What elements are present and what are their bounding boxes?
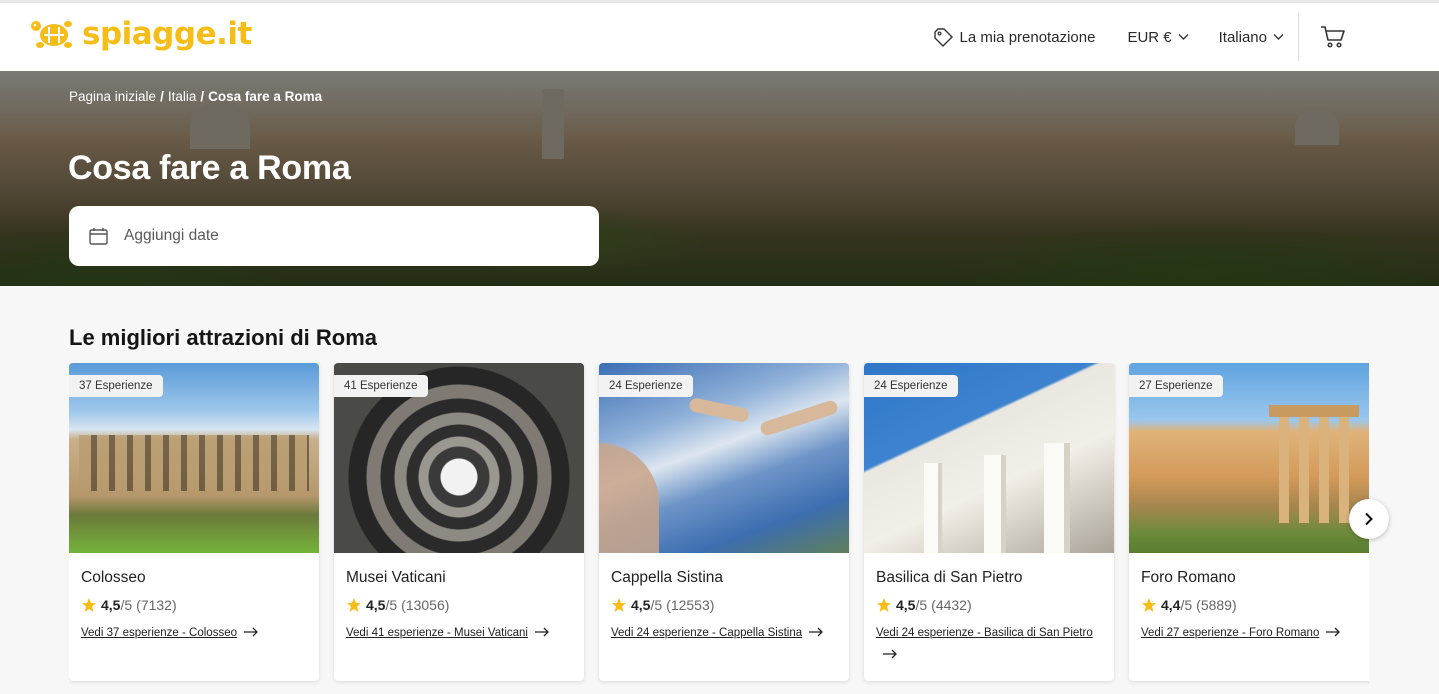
site-header: spiagge.it La mia prenotazione EUR € Ita… bbox=[0, 3, 1439, 71]
experiences-link[interactable]: Vedi 41 esperienze - Musei Vaticani bbox=[346, 627, 528, 639]
logo-text: spiagge.it bbox=[82, 16, 252, 52]
star-icon bbox=[877, 598, 891, 612]
language-label: Italiano bbox=[1218, 28, 1267, 46]
rating-scale: /5 bbox=[650, 597, 663, 613]
breadcrumb-home[interactable]: Pagina iniziale bbox=[69, 89, 156, 104]
attraction-image: 24 Esperienze bbox=[599, 363, 849, 553]
attraction-name: Basilica di San Pietro bbox=[876, 569, 1023, 586]
experiences-link[interactable]: Vedi 27 esperienze - Foro Romano bbox=[1141, 627, 1319, 639]
page-title: Cosa fare a Roma bbox=[68, 149, 351, 187]
attraction-name: Foro Romano bbox=[1141, 569, 1236, 586]
nav-divider bbox=[1298, 13, 1299, 61]
breadcrumb-separator: / bbox=[160, 89, 164, 104]
arrow-right-icon bbox=[809, 627, 824, 637]
rating-score: 4,4 bbox=[1161, 597, 1181, 613]
hero-tower-shape bbox=[542, 89, 564, 159]
attractions-title: Le migliori attrazioni di Roma bbox=[69, 325, 378, 350]
carousel-next-button[interactable] bbox=[1349, 499, 1389, 539]
breadcrumb-separator: / bbox=[200, 89, 205, 104]
experiences-badge: 37 Esperienze bbox=[69, 375, 163, 397]
attraction-card-musei-vaticani[interactable]: 41 Esperienze Musei Vaticani 4,5/5 (1305… bbox=[334, 363, 584, 681]
calendar-icon bbox=[89, 228, 108, 245]
attraction-rating: 4,5/5 (4432) bbox=[876, 597, 1102, 613]
arrow-right-icon bbox=[1326, 627, 1341, 637]
my-booking-label: La mia prenotazione bbox=[959, 28, 1096, 46]
attraction-name: Cappella Sistina bbox=[611, 569, 724, 586]
attraction-image: 37 Esperienze bbox=[69, 363, 319, 553]
rating-count: (13056) bbox=[401, 597, 450, 613]
rating-score: 4,5 bbox=[896, 597, 916, 613]
rating-score: 4,5 bbox=[101, 597, 121, 613]
attractions-carousel: 37 Esperienze Colosseo 4,5/5 (7132) Vedi… bbox=[69, 363, 1369, 694]
attraction-image: 41 Esperienze bbox=[334, 363, 584, 553]
rating-score: 4,5 bbox=[366, 597, 386, 613]
rating-count: (5889) bbox=[1196, 597, 1237, 613]
attraction-card-foro-romano[interactable]: 27 Esperienze Foro Romano 4,4/5 (5889) V… bbox=[1129, 363, 1369, 681]
attraction-card-colosseo[interactable]: 37 Esperienze Colosseo 4,5/5 (7132) Vedi… bbox=[69, 363, 319, 681]
attraction-image: 27 Esperienze bbox=[1129, 363, 1369, 553]
rating-scale: /5 bbox=[120, 597, 133, 613]
rating-count: (7132) bbox=[136, 597, 177, 613]
rating-scale: /5 bbox=[385, 597, 398, 613]
attraction-name: Musei Vaticani bbox=[346, 569, 446, 586]
rating-score: 4,5 bbox=[631, 597, 651, 613]
hero-dome-shape bbox=[190, 101, 250, 149]
cart-icon bbox=[1321, 26, 1345, 48]
rating-count: (12553) bbox=[666, 597, 715, 613]
date-picker-input[interactable]: Aggiungi date bbox=[69, 206, 599, 266]
breadcrumb: Pagina iniziale / Italia / Cosa fare a R… bbox=[69, 89, 322, 104]
site-logo[interactable]: spiagge.it bbox=[28, 13, 252, 55]
date-placeholder: Aggiungi date bbox=[124, 227, 219, 244]
chevron-down-icon bbox=[1178, 34, 1189, 40]
attraction-image: 24 Esperienze bbox=[864, 363, 1114, 553]
attraction-name: Colosseo bbox=[81, 569, 146, 586]
experiences-link[interactable]: Vedi 24 esperienze - Basilica di San Pie… bbox=[876, 627, 1093, 639]
breadcrumb-current: Cosa fare a Roma bbox=[208, 89, 323, 104]
star-icon bbox=[1142, 598, 1156, 612]
chevron-right-icon bbox=[1365, 512, 1373, 526]
currency-label: EUR € bbox=[1127, 28, 1172, 46]
experiences-badge: 41 Esperienze bbox=[334, 375, 428, 397]
experiences-badge: 24 Esperienze bbox=[864, 375, 958, 397]
experiences-link[interactable]: Vedi 37 esperienze - Colosseo bbox=[81, 627, 237, 639]
chevron-down-icon bbox=[1273, 34, 1284, 40]
rating-count: (4432) bbox=[931, 597, 972, 613]
experiences-badge: 27 Esperienze bbox=[1129, 375, 1223, 397]
attraction-card-cappella-sistina[interactable]: 24 Esperienze Cappella Sistina 4,5/5 (12… bbox=[599, 363, 849, 681]
ticket-icon bbox=[933, 28, 953, 47]
attraction-rating: 4,4/5 (5889) bbox=[1141, 597, 1367, 613]
star-icon bbox=[612, 598, 626, 612]
turtle-logo-icon bbox=[31, 21, 72, 48]
language-selector[interactable]: Italiano bbox=[1219, 29, 1284, 46]
hero-dome-shape bbox=[1295, 109, 1339, 145]
currency-selector[interactable]: EUR € bbox=[1127, 28, 1189, 46]
experiences-badge: 24 Esperienze bbox=[599, 375, 693, 397]
attraction-card-basilica-san-pietro[interactable]: 24 Esperienze Basilica di San Pietro 4,5… bbox=[864, 363, 1114, 681]
arrow-right-icon bbox=[244, 627, 258, 637]
attraction-rating: 4,5/5 (12553) bbox=[611, 597, 837, 613]
experiences-link[interactable]: Vedi 24 esperienze - Cappella Sistina bbox=[611, 627, 802, 639]
arrow-right-icon bbox=[534, 627, 549, 637]
top-nav: La mia prenotazione EUR € Italiano bbox=[932, 3, 1348, 71]
hero-banner: Pagina iniziale / Italia / Cosa fare a R… bbox=[0, 71, 1439, 286]
star-icon bbox=[82, 598, 96, 612]
cart-button[interactable] bbox=[1319, 23, 1347, 51]
star-icon bbox=[347, 598, 361, 612]
rating-scale: /5 bbox=[1180, 597, 1193, 613]
breadcrumb-country[interactable]: Italia bbox=[168, 89, 197, 104]
arrow-right-icon bbox=[883, 649, 897, 659]
attraction-rating: 4,5/5 (13056) bbox=[346, 597, 572, 613]
my-booking-link[interactable]: La mia prenotazione bbox=[932, 27, 1096, 47]
rating-scale: /5 bbox=[915, 597, 928, 613]
attraction-rating: 4,5/5 (7132) bbox=[81, 597, 307, 613]
